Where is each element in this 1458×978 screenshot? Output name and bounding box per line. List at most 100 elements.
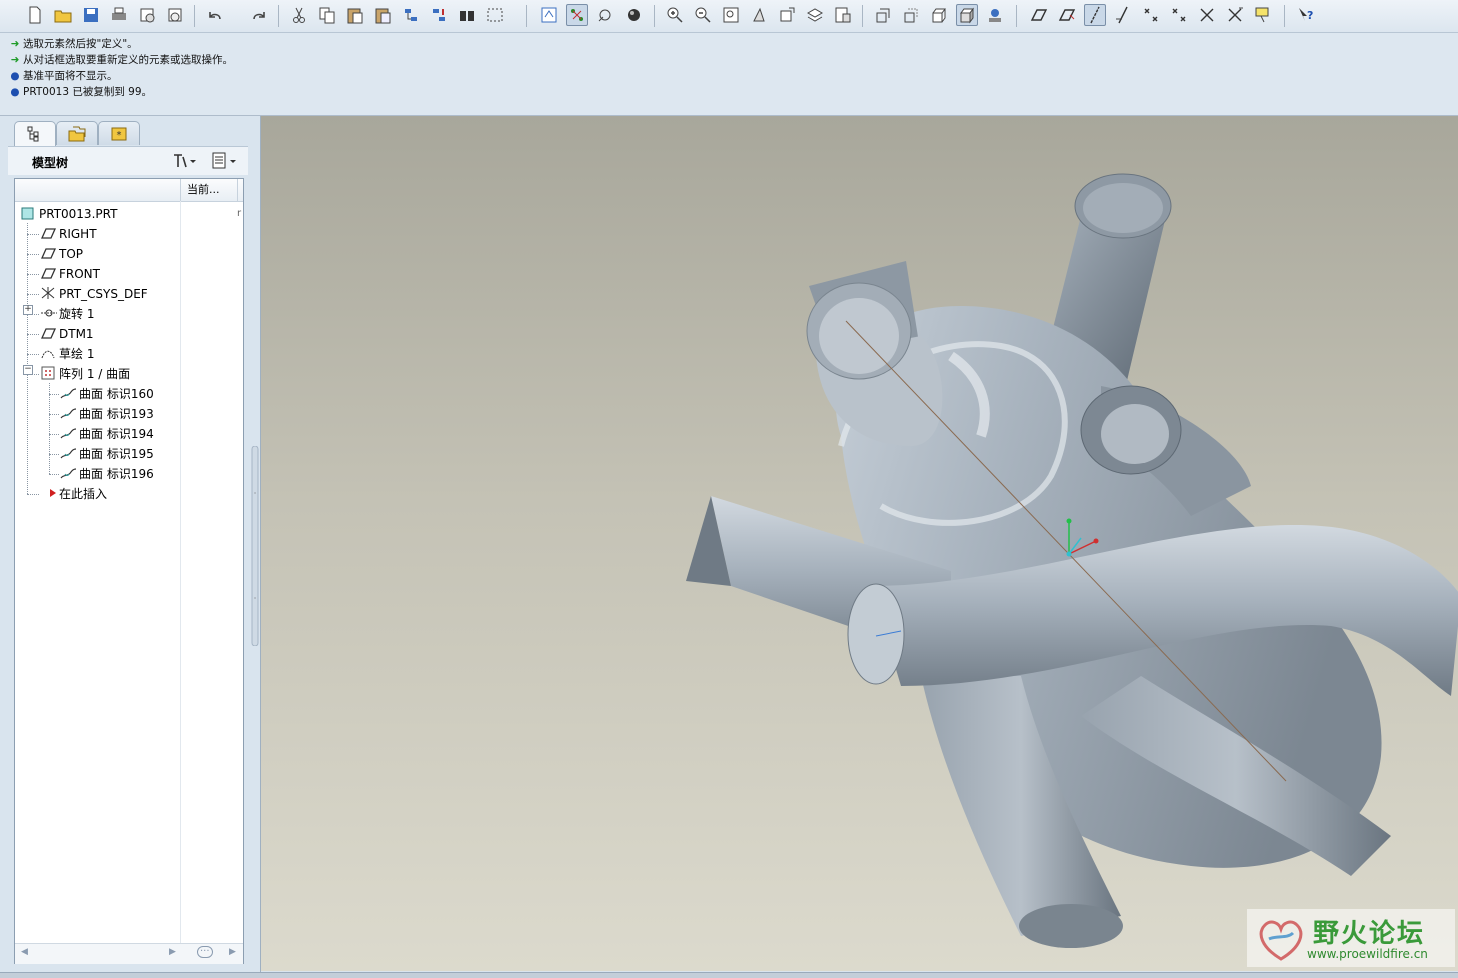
tree-node[interactable]: 阵列 1 / 曲面 (39, 365, 130, 383)
no-hidden-button[interactable] (928, 4, 950, 26)
shading-button[interactable] (956, 4, 978, 26)
tree-node[interactable]: DTM1 (39, 325, 94, 343)
email-button[interactable] (136, 4, 158, 26)
tree-node-label: TOP (59, 247, 84, 261)
orient-mode-button[interactable] (594, 4, 616, 26)
zoom-in-button[interactable] (664, 4, 686, 26)
collapse-toggle[interactable]: − (23, 365, 33, 375)
column-glyph: r (237, 208, 242, 219)
tree-node[interactable]: 曲面 标识194 (59, 425, 154, 443)
select-box-button[interactable] (484, 4, 506, 26)
status-bar (0, 972, 1458, 978)
hidden-line-icon (904, 8, 918, 23)
surface-icon (59, 405, 77, 421)
paste-special-icon (375, 8, 391, 24)
regenerate-icon (405, 9, 417, 21)
find-icon (460, 11, 474, 21)
email-link-button[interactable] (164, 4, 186, 26)
scroll-left-icon[interactable]: ◀ (21, 947, 28, 957)
datum-plane-icon (39, 325, 57, 341)
tree-node[interactable]: 在此插入 (39, 485, 107, 503)
wireframe-button[interactable] (872, 4, 894, 26)
svg-text:·: · (254, 489, 257, 498)
tree-node[interactable]: 曲面 标识196 (59, 465, 154, 483)
redo-icon (253, 12, 265, 20)
datum-axis-tag-button[interactable] (1112, 4, 1134, 26)
tab-favorites[interactable]: * (98, 121, 140, 145)
datum-plane-button[interactable] (1028, 4, 1050, 26)
scroll-right-icon[interactable]: ▶ (169, 947, 176, 957)
tree-node[interactable]: FRONT (39, 265, 100, 283)
layers-button[interactable] (804, 4, 826, 26)
appearance-button[interactable] (624, 4, 646, 26)
message-line: ➜ 从对话框选取要重新定义的元素或选取操作。 (10, 54, 233, 66)
scroll-thumb[interactable]: ··· (197, 946, 213, 958)
tree-node[interactable]: 草绘 1 (39, 345, 94, 363)
annotation-display-button[interactable] (1252, 4, 1274, 26)
copy-icon (319, 7, 335, 24)
show-dropdown-button[interactable] (210, 151, 240, 171)
toolbar-separator (654, 5, 655, 27)
toolbar-separator (862, 5, 863, 27)
scroll-right-end-icon[interactable]: ▶ (229, 947, 236, 957)
hidden-line-button[interactable] (900, 4, 922, 26)
expand-toggle[interactable]: + (23, 305, 33, 315)
enhanced-realism-button[interactable] (984, 4, 1006, 26)
tree-node[interactable]: 曲面 标识193 (59, 405, 154, 423)
model-render (686, 173, 1458, 948)
saved-views-button[interactable] (776, 4, 798, 26)
datum-axis-tag-icon (1116, 6, 1128, 24)
tree-node[interactable]: 曲面 标识160 (59, 385, 154, 403)
print-button[interactable] (108, 4, 130, 26)
panel-sash[interactable]: · · (251, 446, 259, 646)
tree-connector (27, 223, 28, 494)
column-current[interactable]: 当前... (180, 179, 238, 201)
email-icon (140, 8, 155, 23)
tree-node-label: 草绘 1 (59, 347, 95, 361)
reorient-button[interactable] (748, 4, 770, 26)
datum-plane-icon (39, 225, 57, 241)
csys-button[interactable] (1196, 4, 1218, 26)
regen-manager-button[interactable] (428, 4, 450, 26)
open-icon (54, 10, 72, 23)
refit-button[interactable] (720, 4, 742, 26)
find-button[interactable] (456, 4, 478, 26)
open-button[interactable] (52, 4, 74, 26)
tree-node[interactable]: RIGHT (39, 225, 97, 243)
context-help-button[interactable]: ? (1294, 4, 1316, 26)
copy-button[interactable] (316, 4, 338, 26)
tree-node[interactable]: PRT_CSYS_DEF (39, 285, 148, 303)
redraw-button[interactable] (538, 4, 560, 26)
horizontal-scrollbar[interactable]: ◀ ▶ ··· ▶ (15, 943, 243, 964)
undo-button[interactable] (204, 4, 226, 26)
datum-point-tag-button[interactable] (1168, 4, 1190, 26)
view-manager-button[interactable] (832, 4, 854, 26)
csys-icon (39, 285, 57, 301)
graphics-window[interactable]: 野火论坛 www.proewildfire.cn (261, 116, 1458, 971)
datum-plane-tag-icon (1058, 9, 1076, 21)
spin-center-icon (571, 9, 583, 21)
settings-dropdown-button[interactable] (170, 151, 200, 171)
model-tree: 当前... r PRT0013.PRT RIGHT TOP FRONT PRT_CSYS… (14, 178, 244, 964)
tree-node[interactable]: 曲面 标识195 (59, 445, 154, 463)
spin-center-button[interactable] (566, 4, 588, 26)
datum-axis-button[interactable] (1084, 4, 1106, 26)
datum-point-button[interactable] (1140, 4, 1162, 26)
svg-text:·: · (254, 594, 257, 603)
new-button[interactable] (24, 4, 46, 26)
cut-button[interactable] (288, 4, 310, 26)
annotation-display-icon (1255, 7, 1269, 23)
tree-node[interactable]: 旋转 1 (39, 305, 94, 323)
paste-special-button[interactable] (372, 4, 394, 26)
tree-node[interactable]: TOP (39, 245, 83, 263)
zoom-out-button[interactable] (692, 4, 714, 26)
redo-button[interactable] (248, 4, 270, 26)
paste-button[interactable] (344, 4, 366, 26)
tree-node[interactable]: PRT0013.PRT (19, 205, 117, 223)
datum-plane-tag-button[interactable] (1056, 4, 1078, 26)
tab-model-tree[interactable] (14, 121, 56, 147)
save-button[interactable] (80, 4, 102, 26)
regenerate-button[interactable] (400, 4, 422, 26)
tab-folder-browser[interactable] (56, 121, 98, 145)
csys-tag-button[interactable] (1224, 4, 1246, 26)
